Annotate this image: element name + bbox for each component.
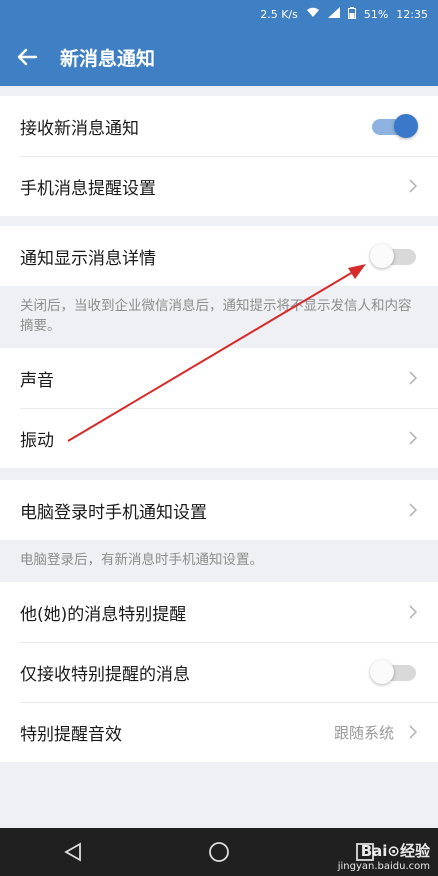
back-button[interactable]: [0, 28, 54, 86]
chevron-right-icon: [409, 179, 418, 193]
setting-sound[interactable]: 声音: [0, 348, 438, 408]
details-note: 关闭后，当收到企业微信消息后，通知提示将不显示发信人和内容摘要。: [20, 298, 412, 334]
setting-label: 电脑登录时手机通知设置: [20, 502, 207, 523]
status-bar: 2.5 K/s 51% 12:35: [0, 0, 438, 28]
setting-label: 振动: [20, 430, 54, 451]
setting-label: 声音: [20, 370, 54, 391]
settings-list: 接收新消息通知 手机消息提醒设置 通知显示消息详情 关闭后，当收到企业微信消息后…: [0, 86, 438, 762]
signal-icon: [327, 7, 340, 21]
page-title: 新消息通知: [60, 47, 156, 70]
setting-phone-reminder[interactable]: 手机消息提醒设置: [0, 156, 438, 216]
group-special: 他(她)的消息特别提醒 仅接收特别提醒的消息 特别提醒音效 跟随系统: [0, 582, 438, 762]
home-nav-button[interactable]: [199, 832, 239, 872]
app-bar: 新消息通知: [0, 28, 438, 86]
group-sound: 声音 振动: [0, 348, 438, 468]
setting-pc-login-notify[interactable]: 电脑登录时手机通知设置: [0, 480, 438, 540]
chevron-right-icon: [409, 725, 418, 739]
chevron-right-icon: [409, 371, 418, 385]
clock: 12:35: [396, 7, 428, 21]
setting-receive-new-messages[interactable]: 接收新消息通知: [0, 96, 438, 156]
pc-login-note: 电脑登录后，有新消息时手机通知设置。: [20, 552, 263, 568]
arrow-left-icon: [17, 48, 38, 66]
watermark-url: jingyan.baidu.com: [337, 861, 430, 872]
setting-special-reminder[interactable]: 他(她)的消息特别提醒: [0, 582, 438, 642]
setting-label: 仅接收特别提醒的消息: [20, 664, 190, 685]
setting-label: 他(她)的消息特别提醒: [20, 604, 187, 625]
group-pc-login: 电脑登录时手机通知设置: [0, 480, 438, 540]
setting-label: 手机消息提醒设置: [20, 178, 156, 199]
setting-show-details[interactable]: 通知显示消息详情: [0, 226, 438, 286]
battery-level: 51%: [363, 7, 389, 21]
triangle-back-icon: [64, 842, 81, 862]
show-details-toggle[interactable]: [370, 243, 418, 269]
watermark-brand: Bai⊙经验: [360, 842, 430, 860]
setting-only-special[interactable]: 仅接收特别提醒的消息: [0, 642, 438, 702]
group-details: 通知显示消息详情: [0, 226, 438, 286]
only-special-toggle[interactable]: [370, 659, 418, 685]
circle-home-icon: [209, 842, 229, 862]
receive-notifications-toggle[interactable]: [370, 113, 418, 139]
battery-icon: [347, 6, 356, 22]
setting-vibrate[interactable]: 振动: [0, 408, 438, 468]
chevron-right-icon: [409, 431, 418, 445]
chevron-right-icon: [409, 605, 418, 619]
special-sound-value: 跟随系统: [333, 723, 394, 742]
back-nav-button[interactable]: [53, 832, 93, 872]
watermark: Bai⊙经验 jingyan.baidu.com: [338, 840, 430, 872]
group-receive: 接收新消息通知 手机消息提醒设置: [0, 96, 438, 216]
setting-label: 特别提醒音效: [20, 724, 122, 745]
setting-special-sound[interactable]: 特别提醒音效 跟随系统: [0, 702, 438, 762]
network-speed: 2.5 K/s: [260, 7, 298, 21]
setting-label: 接收新消息通知: [20, 118, 139, 139]
chevron-right-icon: [409, 503, 418, 517]
wifi-icon: [306, 7, 320, 21]
setting-label: 通知显示消息详情: [20, 248, 156, 269]
